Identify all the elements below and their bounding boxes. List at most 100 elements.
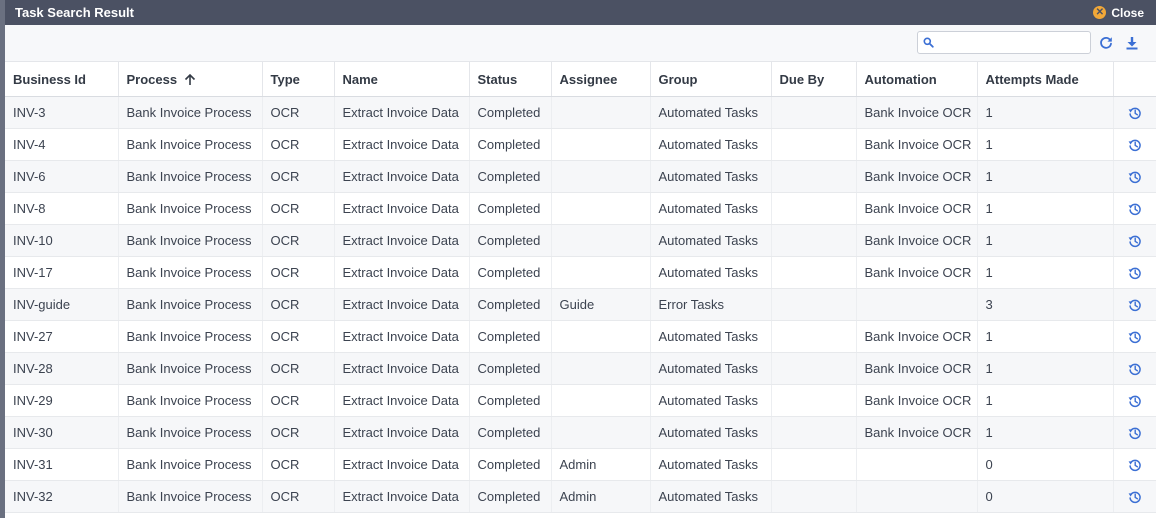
history-icon[interactable] — [1128, 202, 1142, 216]
cell-assignee — [550, 384, 650, 417]
table-header-row: Business Id Process Type Name Status Ass… — [5, 61, 1156, 97]
cell-actions — [1112, 224, 1156, 257]
column-header-status[interactable]: Status — [468, 61, 551, 97]
table-row[interactable]: INV-3 Bank Invoice Process OCR Extract Invo… — [5, 96, 1156, 129]
cell-actions — [1112, 384, 1156, 417]
cell-business-id: INV-30 — [5, 416, 118, 449]
table-row[interactable]: INV-31 Bank Invoice Process OCR Extract Inv… — [5, 448, 1156, 481]
table-row[interactable]: INV-6 Bank Invoice Process OCR Extract Invo… — [5, 160, 1156, 193]
cell-attempts-made: 1 — [976, 384, 1113, 417]
close-circle-icon: ✕ — [1093, 6, 1107, 19]
cell-automation: Bank Invoice OCR — [855, 320, 977, 353]
cell-status: Completed — [468, 192, 551, 225]
cell-process: Bank Invoice Process — [117, 288, 262, 321]
cell-business-id: INV-10 — [5, 224, 118, 257]
cell-group: Automated Tasks — [649, 448, 771, 481]
history-icon[interactable] — [1128, 106, 1142, 120]
cell-assignee — [550, 192, 650, 225]
cell-automation: Bank Invoice OCR — [855, 128, 977, 161]
cell-type: OCR — [261, 416, 334, 449]
cell-assignee: Admin — [550, 448, 650, 481]
cell-attempts-made: 3 — [976, 288, 1113, 321]
cell-type: OCR — [261, 192, 334, 225]
cell-type: OCR — [261, 384, 334, 417]
cell-due-by — [770, 224, 856, 257]
cell-actions — [1112, 416, 1156, 449]
cell-status: Completed — [468, 320, 551, 353]
cell-assignee: Guide — [550, 288, 650, 321]
cell-due-by — [770, 192, 856, 225]
table-row[interactable]: INV-28 Bank Invoice Process OCR Extract Inv… — [5, 352, 1156, 385]
table-row[interactable]: INV-guide Bank Invoice Process OCR Extract … — [5, 288, 1156, 321]
search-input[interactable] — [938, 34, 1090, 53]
column-header-process[interactable]: Process — [117, 61, 262, 97]
table-row[interactable]: INV-29 Bank Invoice Process OCR Extract Inv… — [5, 384, 1156, 417]
column-header-name[interactable]: Name — [333, 61, 469, 97]
cell-business-id: INV-guide — [5, 288, 118, 321]
cell-name: Extract Invoice Data — [333, 128, 469, 161]
cell-process: Bank Invoice Process — [117, 448, 262, 481]
cell-due-by — [770, 160, 856, 193]
cell-group: Error Tasks — [649, 288, 771, 321]
column-header-automation[interactable]: Automation — [855, 61, 977, 97]
column-header-assignee[interactable]: Assignee — [550, 61, 650, 97]
history-icon[interactable] — [1128, 298, 1142, 312]
history-icon[interactable] — [1128, 234, 1142, 248]
cell-type: OCR — [261, 480, 334, 513]
cell-status: Completed — [468, 224, 551, 257]
column-header-business-id[interactable]: Business Id — [5, 61, 118, 97]
history-icon[interactable] — [1128, 458, 1142, 472]
cell-name: Extract Invoice Data — [333, 352, 469, 385]
table-row[interactable]: INV-27 Bank Invoice Process OCR Extract Inv… — [5, 320, 1156, 353]
history-icon[interactable] — [1128, 330, 1142, 344]
cell-type: OCR — [261, 96, 334, 129]
dialog-titlebar: Task Search Result ✕ Close — [5, 0, 1156, 25]
table-row[interactable]: INV-17 Bank Invoice Process OCR Extract Inv… — [5, 256, 1156, 289]
column-header-attempts-made[interactable]: Attempts Made — [976, 61, 1113, 97]
cell-due-by — [770, 288, 856, 321]
refresh-icon[interactable] — [1099, 36, 1113, 50]
history-icon[interactable] — [1128, 170, 1142, 184]
cell-assignee — [550, 224, 650, 257]
column-header-type[interactable]: Type — [261, 61, 334, 97]
cell-due-by — [770, 352, 856, 385]
table-row[interactable]: INV-10 Bank Invoice Process OCR Extract Inv… — [5, 224, 1156, 257]
history-icon[interactable] — [1128, 362, 1142, 376]
cell-assignee — [550, 160, 650, 193]
cell-status: Completed — [468, 448, 551, 481]
cell-actions — [1112, 480, 1156, 513]
cell-business-id: INV-29 — [5, 384, 118, 417]
cell-attempts-made: 1 — [976, 128, 1113, 161]
cell-status: Completed — [468, 288, 551, 321]
cell-name: Extract Invoice Data — [333, 480, 469, 513]
download-icon[interactable] — [1125, 36, 1139, 50]
search-box[interactable] — [917, 31, 1091, 54]
cell-assignee — [550, 352, 650, 385]
cell-type: OCR — [261, 288, 334, 321]
cell-process: Bank Invoice Process — [117, 416, 262, 449]
table-row[interactable]: INV-30 Bank Invoice Process OCR Extract Inv… — [5, 416, 1156, 449]
table-body: INV-3 Bank Invoice Process OCR Extract Invo… — [5, 96, 1156, 513]
table-row[interactable]: INV-8 Bank Invoice Process OCR Extract Invo… — [5, 192, 1156, 225]
cell-actions — [1112, 448, 1156, 481]
column-header-group[interactable]: Group — [649, 61, 771, 97]
history-icon[interactable] — [1128, 394, 1142, 408]
cell-assignee — [550, 416, 650, 449]
table-row[interactable]: INV-32 Bank Invoice Process OCR Extract Inv… — [5, 480, 1156, 513]
cell-process: Bank Invoice Process — [117, 320, 262, 353]
cell-assignee — [550, 96, 650, 129]
toolbar — [5, 25, 1156, 61]
close-button[interactable]: ✕ Close — [1093, 6, 1144, 20]
history-icon[interactable] — [1128, 490, 1142, 504]
history-icon[interactable] — [1128, 138, 1142, 152]
cell-group: Automated Tasks — [649, 480, 771, 513]
table-row[interactable]: INV-4 Bank Invoice Process OCR Extract Invo… — [5, 128, 1156, 161]
history-icon[interactable] — [1128, 266, 1142, 280]
column-header-due-by[interactable]: Due By — [770, 61, 856, 97]
history-icon[interactable] — [1128, 426, 1142, 440]
cell-group: Automated Tasks — [649, 352, 771, 385]
cell-process: Bank Invoice Process — [117, 96, 262, 129]
cell-attempts-made: 0 — [976, 480, 1113, 513]
cell-due-by — [770, 128, 856, 161]
cell-status: Completed — [468, 352, 551, 385]
